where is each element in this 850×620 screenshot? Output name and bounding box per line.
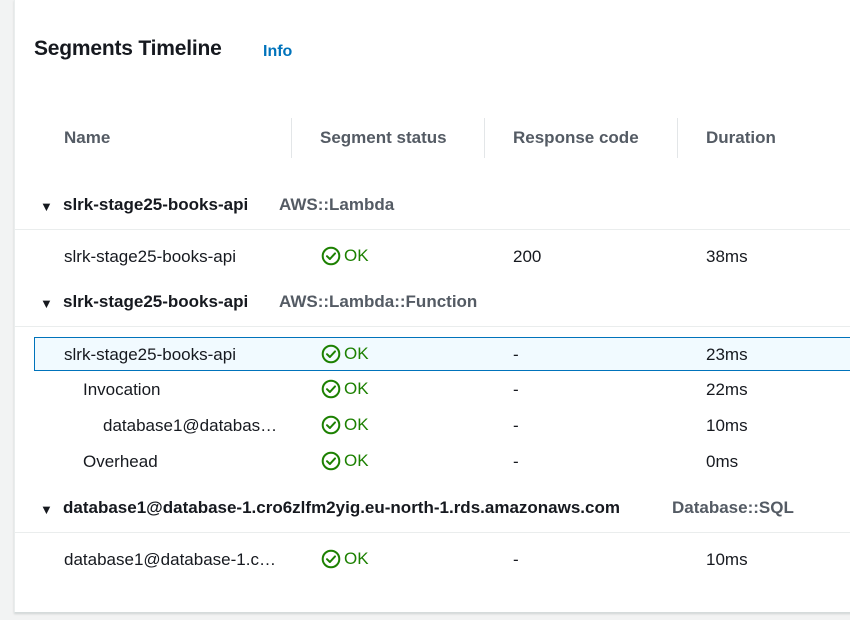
segment-name[interactable]: database1@databas… <box>103 416 277 436</box>
status-label: OK <box>344 379 369 398</box>
response-code: - <box>513 416 519 435</box>
check-circle-icon <box>321 549 341 569</box>
status-label: OK <box>344 451 369 470</box>
segment-group[interactable]: ▼ slrk-stage25-books-api AWS::Lambda::Fu… <box>15 288 850 327</box>
segment-status: OK <box>321 246 369 266</box>
panel-title: Segments Timeline <box>34 37 222 60</box>
duration: 10ms <box>706 550 748 569</box>
status-label: OK <box>344 246 369 265</box>
check-circle-icon <box>321 344 341 364</box>
column-divider[interactable] <box>291 118 292 158</box>
segment-status: OK <box>321 451 369 471</box>
column-header-response-code[interactable]: Response code <box>513 128 639 148</box>
info-link[interactable]: Info <box>263 43 292 61</box>
column-header-segment-status[interactable]: Segment status <box>320 128 447 148</box>
table-row[interactable]: database1@databas… OK - 10ms <box>15 409 850 443</box>
segment-status: OK <box>321 549 369 569</box>
segment-name[interactable]: slrk-stage25-books-api <box>64 345 236 365</box>
check-circle-icon <box>321 451 341 471</box>
group-name: slrk-stage25-books-api <box>63 195 249 214</box>
table-row[interactable]: Overhead OK - 0ms <box>15 445 850 479</box>
check-circle-icon <box>321 379 341 399</box>
caret-down-icon[interactable]: ▼ <box>40 199 53 214</box>
column-header-duration[interactable]: Duration <box>706 128 776 148</box>
segment-group[interactable]: ▼ slrk-stage25-books-api AWS::Lambda <box>15 191 850 230</box>
response-code: - <box>513 452 519 471</box>
caret-down-icon[interactable]: ▼ <box>40 502 53 517</box>
duration: 22ms <box>706 380 748 399</box>
response-code: - <box>513 345 519 364</box>
segment-status: OK <box>321 415 369 435</box>
group-type: AWS::Lambda::Function <box>279 292 478 311</box>
response-code: - <box>513 380 519 399</box>
group-type: Database::SQL <box>672 498 794 517</box>
caret-down-icon[interactable]: ▼ <box>40 296 53 311</box>
segment-name[interactable]: slrk-stage25-books-api <box>64 247 236 267</box>
group-type: AWS::Lambda <box>279 195 395 214</box>
table-row[interactable]: database1@database-1.c… OK - 10ms <box>15 543 850 577</box>
column-divider[interactable] <box>484 118 485 158</box>
segment-group[interactable]: ▼ database1@database-1.cro6zlfm2yig.eu-n… <box>15 494 850 533</box>
segment-name[interactable]: Invocation <box>83 380 161 400</box>
status-label: OK <box>344 344 369 363</box>
segment-name[interactable]: database1@database-1.c… <box>64 550 276 570</box>
segment-status: OK <box>321 344 369 364</box>
column-header-name[interactable]: Name <box>64 128 110 148</box>
status-label: OK <box>344 415 369 434</box>
duration: 38ms <box>706 247 748 266</box>
check-circle-icon <box>321 415 341 435</box>
table-row-selected[interactable]: slrk-stage25-books-api OK - 23ms <box>34 337 850 371</box>
table-row[interactable]: Invocation OK - 22ms <box>15 373 850 407</box>
check-circle-icon <box>321 246 341 266</box>
segments-timeline-panel: Segments Timeline Info Name Segment stat… <box>14 0 850 613</box>
column-divider[interactable] <box>677 118 678 158</box>
duration: 10ms <box>706 416 748 435</box>
table-row[interactable]: slrk-stage25-books-api OK 200 38ms <box>15 240 850 274</box>
duration: 23ms <box>706 345 748 364</box>
status-label: OK <box>344 549 369 568</box>
segment-name[interactable]: Overhead <box>83 452 158 472</box>
group-name: slrk-stage25-books-api <box>63 292 249 311</box>
group-name: database1@database-1.cro6zlfm2yig.eu-nor… <box>63 498 620 517</box>
response-code: - <box>513 550 519 569</box>
duration: 0ms <box>706 452 739 471</box>
segment-status: OK <box>321 379 369 399</box>
response-code: 200 <box>513 247 542 266</box>
